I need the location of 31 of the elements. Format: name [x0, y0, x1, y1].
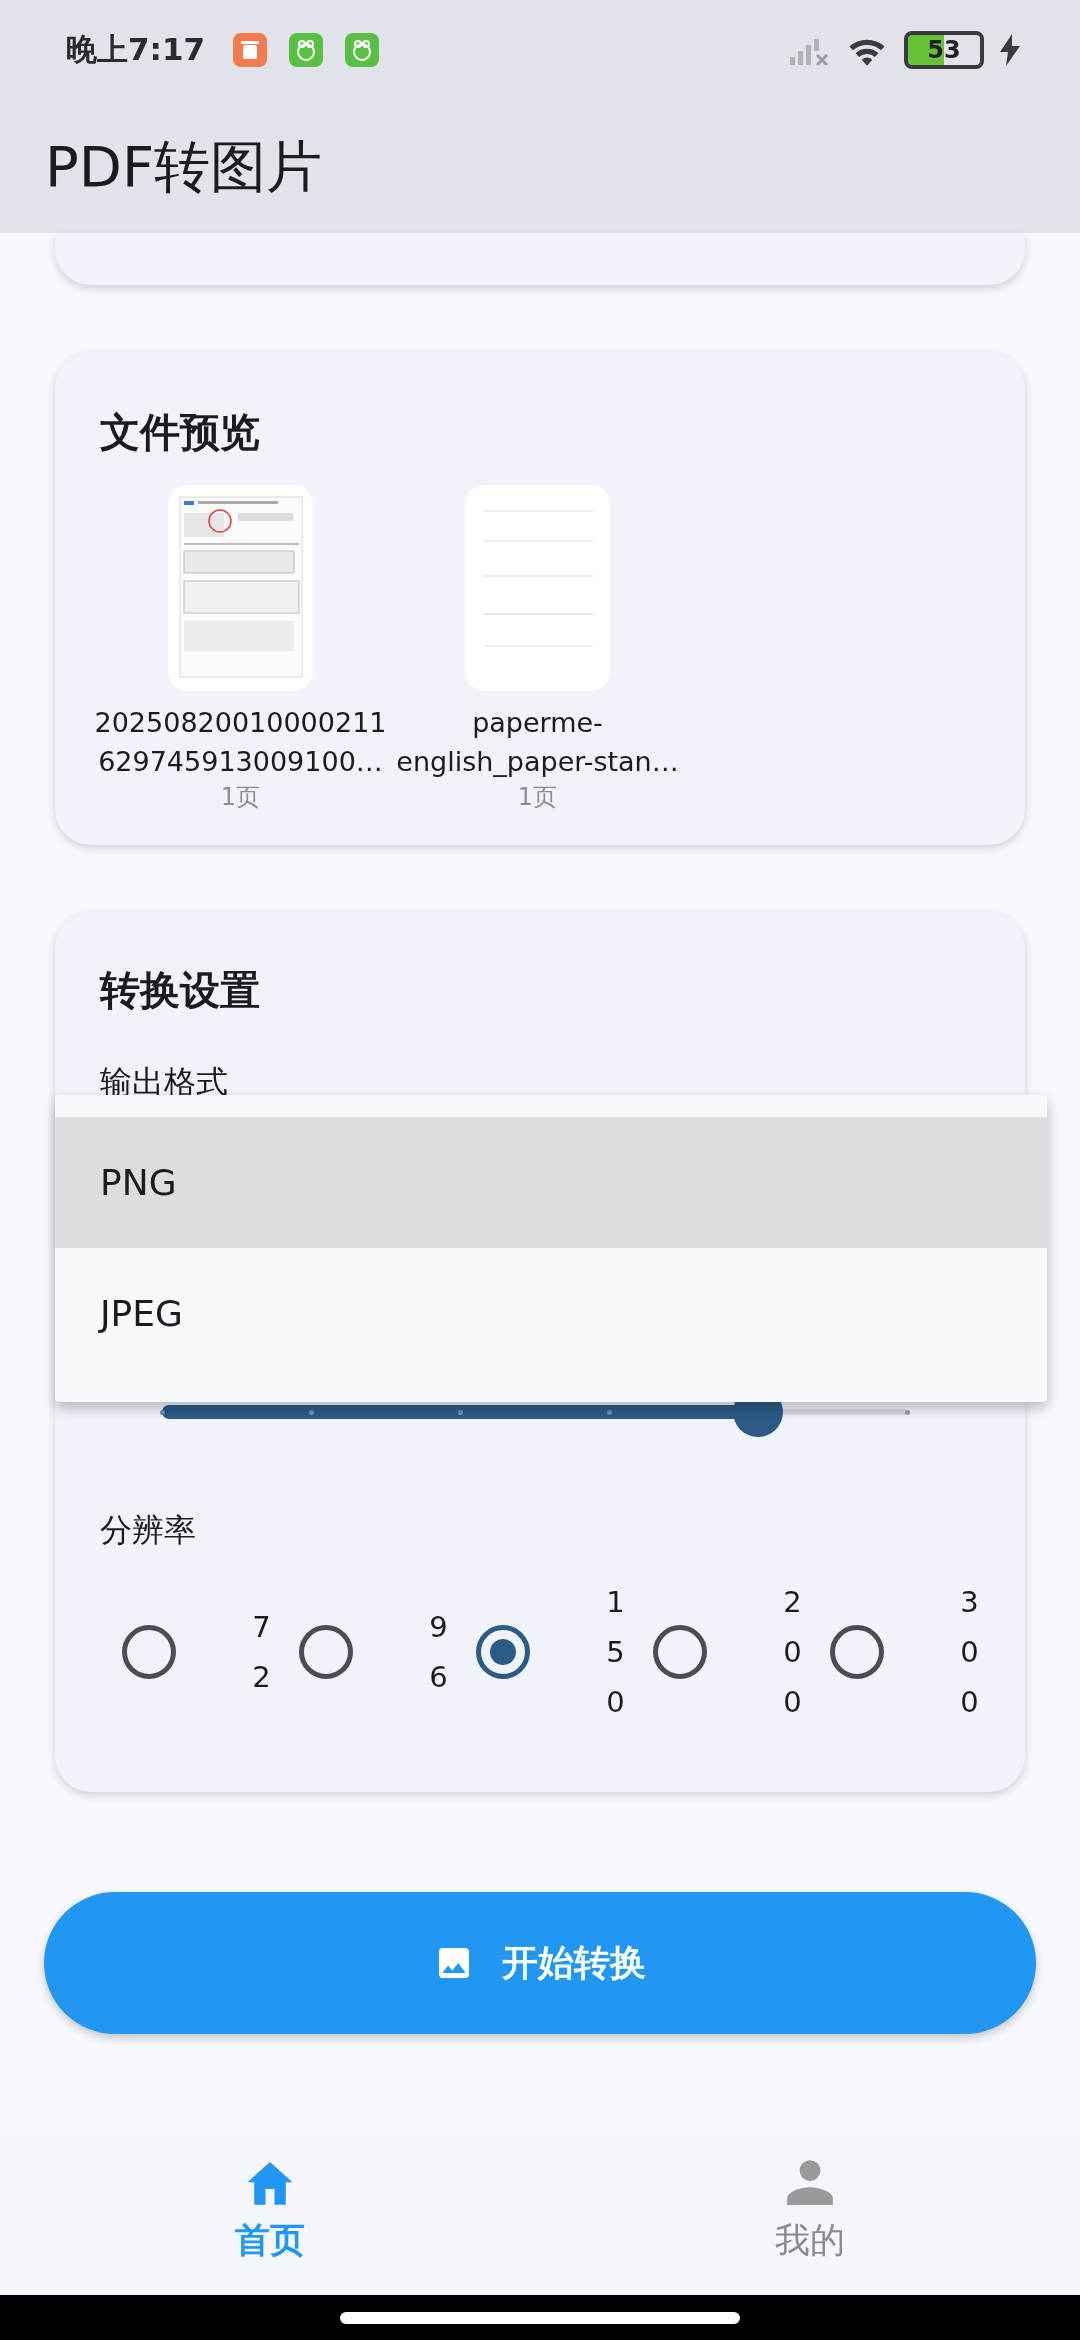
radio-button[interactable] [122, 1625, 176, 1679]
trash-icon [233, 33, 268, 67]
section-title: 文件预览 [100, 408, 261, 457]
frog-icon [345, 33, 380, 67]
radio-label: 200 [782, 1584, 803, 1721]
page-count: 1页 [517, 782, 558, 813]
start-button[interactable]: 开始转换 [44, 1892, 1036, 2034]
radio-label: 300 [959, 1584, 980, 1721]
nav-tab[interactable]: 首页 [0, 2135, 540, 2295]
nav-label: 首页 [235, 2218, 305, 2262]
section-title: 转换设置 [100, 966, 261, 1015]
radio-button[interactable] [299, 1625, 353, 1679]
radio-label: 150 [605, 1584, 626, 1721]
radio-button[interactable] [830, 1625, 884, 1679]
nav-tab[interactable]: 我的 [540, 2135, 1080, 2295]
menu-item[interactable]: JPEG [55, 1248, 1047, 1379]
field-label: 分辨率 [100, 1510, 197, 1551]
status-time: 晚上7:17 [66, 30, 206, 69]
radio-label: 72 [251, 1609, 272, 1696]
radio-button[interactable] [653, 1625, 707, 1679]
radio-button[interactable] [476, 1625, 530, 1679]
frog-icon [289, 33, 324, 67]
file-name: 20250820010000211 629745913009100… [94, 706, 387, 779]
battery-level: 53 [927, 38, 961, 62]
page-count: 1页 [220, 782, 261, 813]
menu-item[interactable]: PNG [55, 1117, 1047, 1248]
charging-icon [1000, 34, 1020, 66]
file-name: paperme- english_paper-stan… [396, 706, 679, 779]
app-title: PDF转图片 [44, 133, 324, 201]
nav-label: 我的 [775, 2218, 845, 2262]
radio-label: 96 [428, 1609, 449, 1696]
